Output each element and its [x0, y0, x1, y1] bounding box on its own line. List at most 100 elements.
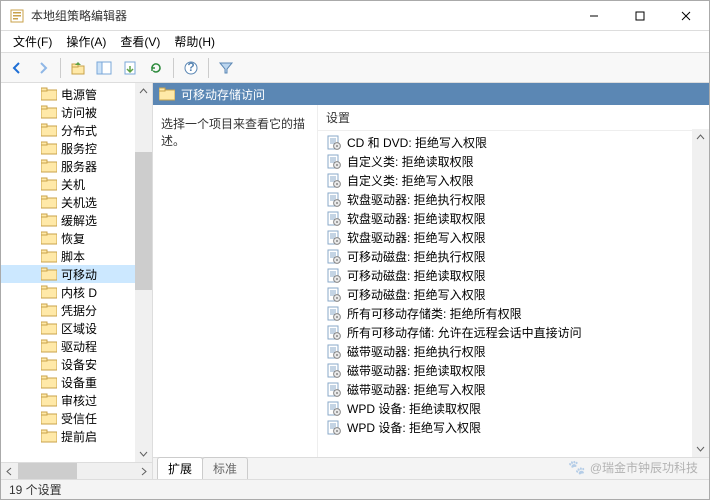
- tab-extended[interactable]: 扩展: [157, 457, 203, 479]
- app-icon: [9, 8, 25, 24]
- folder-icon: [41, 141, 57, 155]
- minimize-button[interactable]: [571, 1, 617, 31]
- list-item[interactable]: 可移动磁盘: 拒绝执行权限: [318, 247, 709, 266]
- list-item[interactable]: 所有可移动存储: 允许在远程会话中直接访问: [318, 323, 709, 342]
- list-item[interactable]: 自定义类: 拒绝读取权限: [318, 152, 709, 171]
- list-item[interactable]: WPD 设备: 拒绝写入权限: [318, 418, 709, 437]
- menu-file[interactable]: 文件(F): [7, 31, 58, 52]
- folder-icon: [41, 285, 57, 299]
- tree-item[interactable]: 提前启: [1, 427, 152, 445]
- list-item[interactable]: CD 和 DVD: 拒绝写入权限: [318, 133, 709, 152]
- list-item-label: 软盘驱动器: 拒绝读取权限: [347, 210, 486, 227]
- list-item-label: WPD 设备: 拒绝写入权限: [347, 419, 481, 436]
- scroll-down-arrow-icon[interactable]: [692, 440, 709, 457]
- tree-item[interactable]: 分布式: [1, 121, 152, 139]
- tree-item[interactable]: 电源管: [1, 85, 152, 103]
- tree-item[interactable]: 设备安: [1, 355, 152, 373]
- scroll-left-arrow-icon[interactable]: [1, 463, 18, 480]
- tree-item[interactable]: 内核 D: [1, 283, 152, 301]
- scroll-up-arrow-icon[interactable]: [692, 129, 709, 146]
- tree-pane: 电源管访问被分布式服务控服务器关机关机选缓解选恢复脚本可移动内核 D凭据分区域设…: [1, 83, 153, 479]
- tree-item[interactable]: 关机选: [1, 193, 152, 211]
- back-button[interactable]: [5, 56, 29, 80]
- scroll-thumb[interactable]: [18, 463, 77, 480]
- policy-setting-icon: [326, 211, 342, 227]
- list-item[interactable]: 软盘驱动器: 拒绝执行权限: [318, 190, 709, 209]
- tree-item-label: 访问被: [61, 104, 97, 121]
- list-vertical-scrollbar[interactable]: [692, 129, 709, 457]
- list-item[interactable]: 磁带驱动器: 拒绝执行权限: [318, 342, 709, 361]
- tree-item[interactable]: 驱动程: [1, 337, 152, 355]
- tree-item[interactable]: 脚本: [1, 247, 152, 265]
- tree-item-label: 驱动程: [61, 338, 97, 355]
- policy-setting-icon: [326, 249, 342, 265]
- maximize-button[interactable]: [617, 1, 663, 31]
- list-item[interactable]: 所有可移动存储类: 拒绝所有权限: [318, 304, 709, 323]
- export-button[interactable]: [118, 56, 142, 80]
- folder-icon: [41, 231, 57, 245]
- menu-action[interactable]: 操作(A): [60, 31, 112, 52]
- list-item-label: 所有可移动存储: 允许在远程会话中直接访问: [347, 324, 582, 341]
- close-button[interactable]: [663, 1, 709, 31]
- tree-horizontal-scrollbar[interactable]: [1, 462, 152, 479]
- tree-item[interactable]: 关机: [1, 175, 152, 193]
- list-item[interactable]: 自定义类: 拒绝写入权限: [318, 171, 709, 190]
- show-hide-tree-button[interactable]: [92, 56, 116, 80]
- list-item[interactable]: 磁带驱动器: 拒绝读取权限: [318, 361, 709, 380]
- settings-column-header[interactable]: 设置: [318, 105, 709, 131]
- folder-icon: [41, 159, 57, 173]
- tree-item[interactable]: 恢复: [1, 229, 152, 247]
- scroll-track[interactable]: [692, 146, 709, 440]
- folder-icon: [41, 321, 57, 335]
- tree-item[interactable]: 缓解选: [1, 211, 152, 229]
- tab-standard[interactable]: 标准: [202, 457, 248, 479]
- tree-item[interactable]: 凭据分: [1, 301, 152, 319]
- tree-item-label: 缓解选: [61, 212, 97, 229]
- filter-button[interactable]: [214, 56, 238, 80]
- status-text: 19 个设置: [9, 481, 62, 498]
- tree-item[interactable]: 设备重: [1, 373, 152, 391]
- list-item-label: 可移动磁盘: 拒绝执行权限: [347, 248, 486, 265]
- scroll-down-arrow-icon[interactable]: [135, 445, 152, 462]
- tree-item-label: 服务器: [61, 158, 97, 175]
- scroll-thumb[interactable]: [135, 152, 152, 290]
- scroll-track[interactable]: [135, 100, 152, 445]
- tree-item[interactable]: 可移动: [1, 265, 152, 283]
- tree-item[interactable]: 服务控: [1, 139, 152, 157]
- right-header: 可移动存储访问: [153, 83, 709, 105]
- menu-help[interactable]: 帮助(H): [168, 31, 221, 52]
- scroll-right-arrow-icon[interactable]: [135, 463, 152, 480]
- policy-setting-icon: [326, 135, 342, 151]
- scroll-track[interactable]: [18, 463, 135, 480]
- window-root: 本地组策略编辑器 文件(F) 操作(A) 查看(V) 帮助(H) ? 电源管访问…: [0, 0, 710, 500]
- refresh-button[interactable]: [144, 56, 168, 80]
- tree-item[interactable]: 访问被: [1, 103, 152, 121]
- list-item[interactable]: 可移动磁盘: 拒绝读取权限: [318, 266, 709, 285]
- toolbar-separator: [208, 58, 209, 78]
- toolbar-separator: [60, 58, 61, 78]
- policy-setting-icon: [326, 306, 342, 322]
- tree-item[interactable]: 区域设: [1, 319, 152, 337]
- folder-icon: [41, 393, 57, 407]
- menu-view[interactable]: 查看(V): [114, 31, 166, 52]
- list-item[interactable]: 软盘驱动器: 拒绝读取权限: [318, 209, 709, 228]
- tree-item-label: 审核过: [61, 392, 97, 409]
- right-body: 选择一个项目来查看它的描述。 设置 CD 和 DVD: 拒绝写入权限自定义类: …: [153, 105, 709, 457]
- up-button[interactable]: [66, 56, 90, 80]
- list-item[interactable]: 软盘驱动器: 拒绝写入权限: [318, 228, 709, 247]
- list-item-label: 软盘驱动器: 拒绝写入权限: [347, 229, 486, 246]
- tree-item[interactable]: 服务器: [1, 157, 152, 175]
- tree-item[interactable]: 受信任: [1, 409, 152, 427]
- list-item[interactable]: WPD 设备: 拒绝读取权限: [318, 399, 709, 418]
- tree-item-label: 分布式: [61, 122, 97, 139]
- statusbar: 19 个设置: [1, 479, 709, 499]
- tree-vertical-scrollbar[interactable]: [135, 83, 152, 462]
- tree-item[interactable]: 审核过: [1, 391, 152, 409]
- list-item-label: 可移动磁盘: 拒绝写入权限: [347, 286, 486, 303]
- list-item[interactable]: 可移动磁盘: 拒绝写入权限: [318, 285, 709, 304]
- list-item-label: CD 和 DVD: 拒绝写入权限: [347, 134, 487, 151]
- list-item[interactable]: 磁带驱动器: 拒绝写入权限: [318, 380, 709, 399]
- forward-button[interactable]: [31, 56, 55, 80]
- help-button[interactable]: ?: [179, 56, 203, 80]
- scroll-up-arrow-icon[interactable]: [135, 83, 152, 100]
